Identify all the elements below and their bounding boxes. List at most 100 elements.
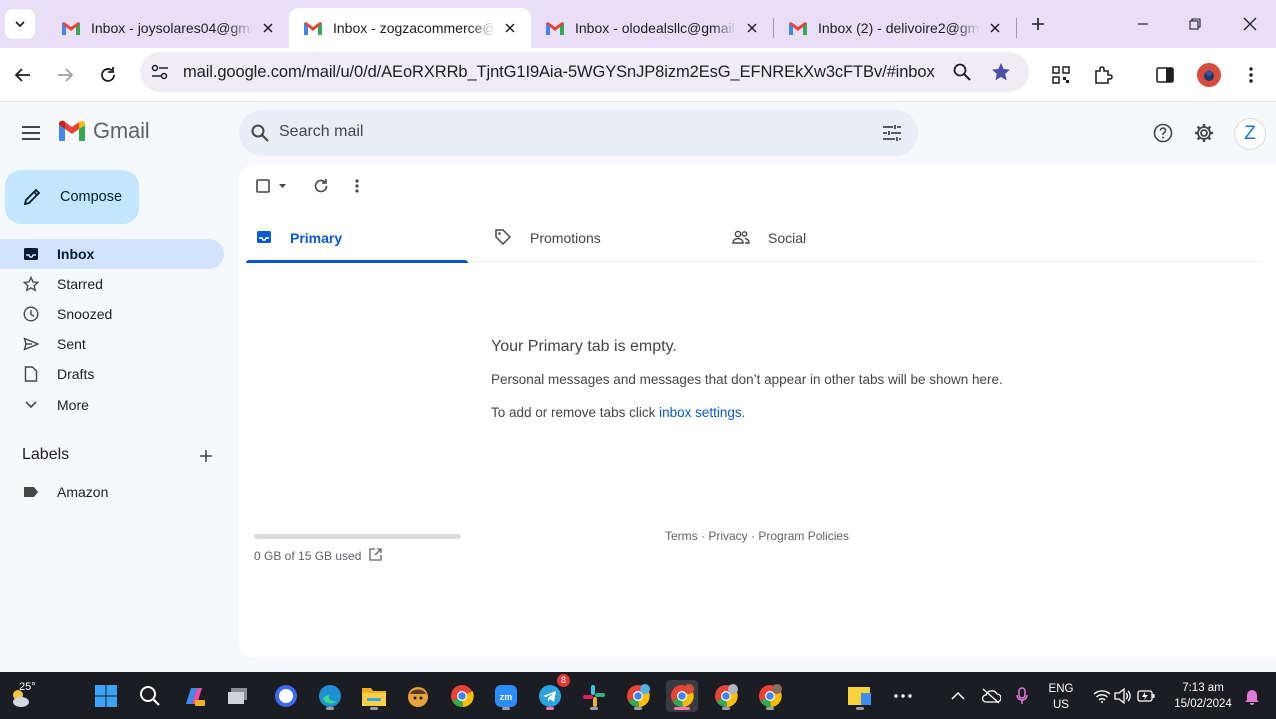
telegram-icon xyxy=(539,685,561,707)
search-options-icon[interactable] xyxy=(882,124,902,147)
edge-app[interactable] xyxy=(314,680,346,712)
new-tab-button[interactable] xyxy=(1023,9,1053,39)
account-avatar[interactable]: Z xyxy=(1234,118,1266,150)
chrome-profile-app[interactable] xyxy=(710,680,742,712)
puzzle-icon xyxy=(1095,66,1113,84)
settings-button[interactable] xyxy=(1188,117,1220,149)
sticky-notes-app[interactable] xyxy=(844,680,876,712)
close-window-button[interactable] xyxy=(1224,0,1276,48)
chrome-profile-app[interactable] xyxy=(622,680,654,712)
chrome-profile-app[interactable] xyxy=(754,680,786,712)
sidebar-item-starred[interactable]: Starred xyxy=(0,269,224,299)
storage-usage: 0 GB of 15 GB used xyxy=(254,548,383,564)
qr-code-button[interactable] xyxy=(1045,59,1077,91)
compose-button[interactable]: Compose xyxy=(5,170,139,224)
task-view-app[interactable] xyxy=(222,680,254,712)
zoom-icon: zm xyxy=(495,685,517,707)
create-label-button[interactable] xyxy=(194,444,218,468)
address-bar[interactable]: mail.google.com/mail/u/0/d/AEoRXRRb_Tjnt… xyxy=(140,52,1029,92)
sidebar-item-inbox[interactable]: Inbox xyxy=(0,239,224,269)
sidebar-item-sent[interactable]: Sent xyxy=(0,329,224,359)
more-actions-button[interactable] xyxy=(347,174,367,198)
sidebar-item-label: More xyxy=(57,397,89,413)
side-panel-button[interactable] xyxy=(1149,59,1181,91)
search-input[interactable] xyxy=(279,123,839,141)
minimize-button[interactable] xyxy=(1117,0,1169,48)
sidebar-label-amazon[interactable]: Amazon xyxy=(0,477,224,507)
terms-link[interactable]: Terms xyxy=(665,529,698,543)
forward-button[interactable] xyxy=(49,59,81,91)
microphone-indicator[interactable] xyxy=(1006,680,1038,712)
cloud-off-icon xyxy=(981,688,1001,704)
language-indicator[interactable]: ENG US xyxy=(1043,681,1079,713)
storage-usage-text: 0 GB of 15 GB used xyxy=(254,549,362,563)
telegram-app[interactable]: 8 xyxy=(534,674,570,712)
cloud-offline-indicator[interactable] xyxy=(975,680,1007,712)
close-icon[interactable] xyxy=(986,19,1004,37)
tab-primary[interactable]: Primary xyxy=(246,214,468,263)
program-policies-link[interactable]: Program Policies xyxy=(758,529,849,543)
chrome-app[interactable] xyxy=(446,680,478,712)
sidebar-item-snoozed[interactable]: Snoozed xyxy=(0,299,224,329)
sidebar-item-label: Drafts xyxy=(57,366,95,382)
extensions-button[interactable] xyxy=(1087,59,1119,91)
profile-button[interactable] xyxy=(1193,59,1225,91)
reload-button[interactable] xyxy=(92,59,124,91)
bookmark-star-icon[interactable] xyxy=(991,62,1011,87)
main-menu-button[interactable] xyxy=(15,117,47,149)
notifications-button[interactable] xyxy=(1236,680,1268,712)
chrome-profile-app-active[interactable] xyxy=(666,680,698,712)
external-link-icon[interactable] xyxy=(369,548,383,564)
chevron-down-icon xyxy=(15,21,25,28)
browser-menu-button[interactable] xyxy=(1235,59,1267,91)
tab-social[interactable]: Social xyxy=(722,214,944,262)
sidebar-item-drafts[interactable]: Drafts xyxy=(0,359,224,389)
chrome-icon xyxy=(715,684,738,708)
close-icon[interactable] xyxy=(743,19,761,37)
browser-tab-active[interactable]: Inbox - zogzacommerce@gmail.com - Gmail xyxy=(289,8,531,48)
running-indicator xyxy=(634,707,642,710)
cortana-app[interactable] xyxy=(270,680,302,712)
show-hidden-icons-button[interactable] xyxy=(942,680,974,712)
sidebar-item-more[interactable]: More xyxy=(0,390,224,420)
refresh-button[interactable] xyxy=(309,174,333,198)
sidebar-item-label: Snoozed xyxy=(57,306,113,322)
file-explorer-app[interactable] xyxy=(358,680,390,712)
storage-usage-bar xyxy=(254,534,461,539)
zoom-icon[interactable] xyxy=(953,63,971,86)
browser-tab[interactable]: Inbox - olodealsllc@gmail.com - Gmail xyxy=(531,8,773,48)
search-icon[interactable] xyxy=(251,124,269,147)
tab-search-button[interactable] xyxy=(5,9,35,39)
start-button[interactable] xyxy=(90,680,122,712)
back-button[interactable] xyxy=(7,59,39,91)
privacy-link[interactable]: Privacy xyxy=(708,529,747,543)
edge-icon xyxy=(319,685,341,707)
tab-promotions[interactable]: Promotions xyxy=(484,214,706,262)
battery-indicator[interactable] xyxy=(1130,680,1162,712)
circle-app-icon xyxy=(275,685,297,707)
site-info-icon[interactable] xyxy=(150,63,170,86)
browser-tab[interactable]: Inbox (2) - delivoire2@gmail.com - Gmail xyxy=(774,8,1016,48)
empty-state-settings-hint: To add or remove tabs click inbox settin… xyxy=(491,405,745,420)
inbox-settings-link[interactable]: inbox settings xyxy=(659,405,742,420)
taskbar-overflow-button[interactable] xyxy=(887,680,919,712)
gmail-logo[interactable]: Gmail xyxy=(57,118,150,144)
help-icon xyxy=(1153,123,1173,143)
empty-state-description: Personal messages and messages that don’… xyxy=(491,372,1003,387)
running-indicator xyxy=(722,707,730,710)
select-checkbox[interactable] xyxy=(255,174,289,198)
gmail-favicon-icon xyxy=(304,22,322,35)
zoom-app[interactable]: zm xyxy=(490,680,522,712)
draft-icon xyxy=(22,365,40,383)
character-icon xyxy=(408,687,428,707)
close-icon[interactable] xyxy=(501,19,519,37)
slack-app[interactable] xyxy=(578,680,610,712)
game-app[interactable] xyxy=(402,680,434,712)
restore-button[interactable] xyxy=(1169,0,1221,48)
close-icon[interactable] xyxy=(259,19,277,37)
taskbar-search-button[interactable] xyxy=(134,680,166,712)
clock-widget[interactable]: 7:13 am 15/02/2024 xyxy=(1166,680,1240,712)
support-button[interactable] xyxy=(1147,117,1179,149)
copilot-app[interactable] xyxy=(178,680,210,712)
browser-tab[interactable]: Inbox - joysolares04@gmail.com - Gmail xyxy=(47,8,289,48)
